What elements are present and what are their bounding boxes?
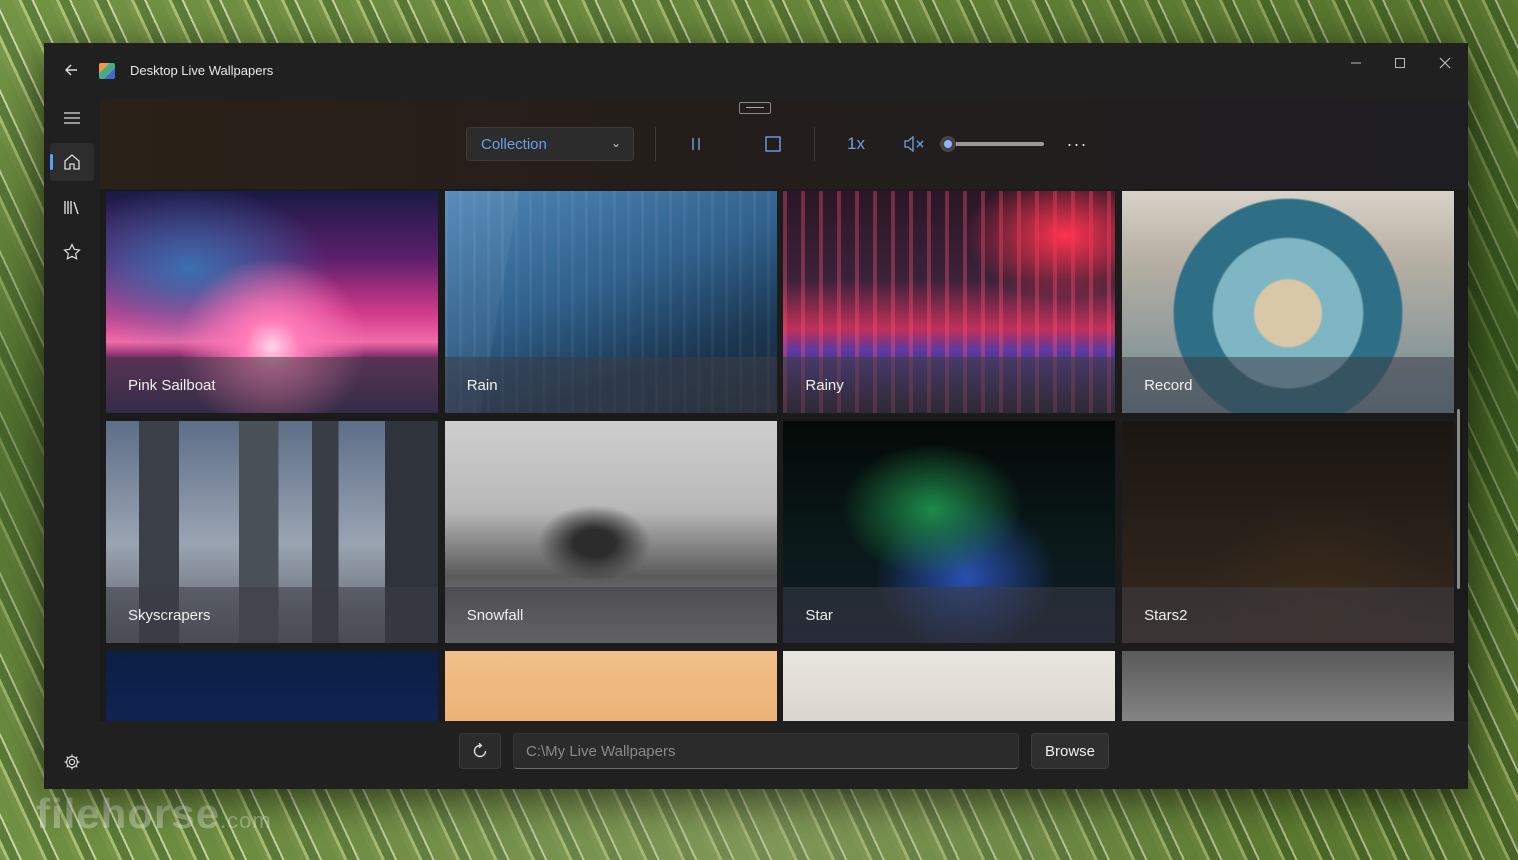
collection-dropdown-label: Collection	[481, 136, 547, 153]
wallpaper-tile[interactable]	[106, 651, 438, 721]
stop-icon	[765, 136, 781, 152]
window-title: Desktop Live Wallpapers	[130, 63, 274, 78]
menu-toggle-button[interactable]	[50, 99, 94, 137]
wallpaper-label: Stars2	[1144, 607, 1188, 624]
wallpaper-tile[interactable]	[444, 651, 777, 721]
folder-path-input[interactable]	[513, 733, 1019, 769]
close-button[interactable]	[1423, 49, 1467, 77]
gear-icon	[64, 754, 80, 770]
volume-slider[interactable]	[940, 136, 1044, 152]
maximize-icon	[1395, 58, 1405, 68]
chevron-down-icon: ⌄	[610, 136, 621, 150]
sidebar-item-home[interactable]	[50, 143, 94, 181]
playback-speed-button[interactable]: 1x	[842, 129, 870, 159]
sidebar	[44, 99, 100, 789]
more-options-button[interactable]: ···	[1062, 129, 1092, 159]
toolbar-divider	[814, 127, 815, 161]
wallpaper-tile[interactable]: Rainy	[783, 191, 1116, 413]
wallpaper-tile[interactable]: Stars2	[1122, 421, 1455, 643]
watermark: filehorse.com	[36, 790, 272, 837]
main-content: Collection ⌄ 1x ··· Pink Sailboat Rain Ra	[100, 99, 1468, 789]
back-arrow-icon	[65, 64, 77, 76]
back-button[interactable]	[58, 57, 84, 83]
wallpaper-grid: Pink Sailboat Rain Rainy Record Skyscrapers S…	[106, 191, 1458, 721]
pause-icon	[692, 138, 700, 150]
wallpaper-label: Skyscrapers	[128, 607, 211, 624]
refresh-icon	[473, 742, 487, 758]
wallpaper-label: Pink Sailboat	[128, 377, 216, 394]
library-icon	[64, 201, 79, 215]
minimize-icon	[1351, 62, 1361, 64]
settings-button[interactable]	[50, 743, 94, 781]
home-icon	[64, 154, 80, 170]
close-icon	[1439, 57, 1451, 69]
wallpaper-label: Rain	[466, 377, 498, 394]
drag-handle[interactable]	[739, 102, 771, 114]
browse-button[interactable]: Browse	[1031, 733, 1109, 769]
wallpaper-tile[interactable]: Pink Sailboat	[106, 191, 438, 413]
wallpaper-tile[interactable]: Record	[1122, 191, 1455, 413]
app-logo-icon	[99, 63, 115, 79]
title-bar: Desktop Live Wallpapers	[44, 43, 1468, 99]
hamburger-menu-icon	[64, 112, 80, 124]
grid-scrollbar[interactable]	[1457, 409, 1460, 589]
wallpaper-label: Star	[805, 607, 833, 624]
maximize-button[interactable]	[1378, 49, 1422, 77]
stop-button[interactable]	[760, 129, 786, 159]
wallpaper-label: Record	[1144, 377, 1193, 394]
star-icon	[63, 243, 81, 260]
player-toolbar: Collection ⌄ 1x ···	[100, 99, 1468, 189]
app-window: Desktop Live Wallpapers Collection ⌄ 1x …	[44, 43, 1468, 789]
wallpaper-label-band	[783, 587, 1116, 643]
refresh-button[interactable]	[459, 733, 501, 769]
folder-bar: Browse	[100, 721, 1468, 789]
wallpaper-label: Snowfall	[466, 607, 524, 624]
wallpaper-tile[interactable]: Snowfall	[444, 421, 777, 643]
mute-button[interactable]	[900, 129, 928, 159]
minimize-button[interactable]	[1334, 49, 1378, 77]
wallpaper-tile[interactable]: Rain	[444, 191, 777, 413]
toolbar-divider	[655, 127, 656, 161]
wallpaper-tile[interactable]: Star	[783, 421, 1116, 643]
sidebar-item-library[interactable]	[50, 188, 94, 226]
wallpaper-tile[interactable]	[1122, 651, 1455, 721]
volume-muted-icon	[904, 135, 924, 153]
pause-button[interactable]	[684, 129, 708, 159]
wallpaper-tile[interactable]	[783, 651, 1116, 721]
collection-dropdown[interactable]: Collection ⌄	[466, 127, 634, 161]
sidebar-item-favorites[interactable]	[50, 233, 94, 271]
wallpaper-tile[interactable]: Skyscrapers	[106, 421, 438, 643]
wallpaper-label: Rainy	[805, 377, 844, 394]
volume-slider-thumb[interactable]	[940, 136, 956, 152]
